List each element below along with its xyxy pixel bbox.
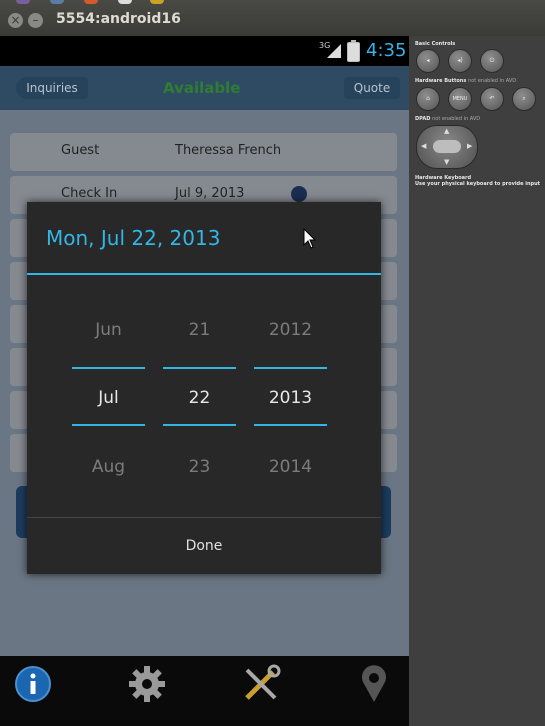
- dpad-up-icon[interactable]: ▲: [444, 127, 449, 135]
- row-label: Check In: [61, 186, 118, 201]
- day-next[interactable]: 23: [163, 457, 236, 477]
- dpad-note: not enabled in AVD: [432, 116, 481, 122]
- tools-icon[interactable]: [241, 664, 281, 704]
- day-selected[interactable]: 22: [163, 388, 236, 408]
- quote-button[interactable]: Quote: [344, 77, 400, 99]
- dpad-control[interactable]: ▲ ▼ ◀ ▶: [416, 125, 478, 169]
- dialog-title-divider: [27, 273, 381, 275]
- hardware-keyboard-note: Use your physical keyboard to provide in…: [415, 181, 541, 187]
- spinner-divider: [254, 367, 327, 369]
- location-pin-icon[interactable]: [354, 664, 394, 704]
- battery-icon: [347, 40, 360, 62]
- info-icon[interactable]: [13, 664, 53, 704]
- inquiries-button[interactable]: Inquiries: [16, 77, 88, 99]
- bottom-nav: [0, 656, 409, 726]
- year-next[interactable]: 2014: [254, 457, 327, 477]
- date-picker-dialog: Mon, Jul 22, 2013 Jun Jul Aug 21 22 23 2…: [27, 202, 381, 574]
- app-action-bar: Inquiries Available Quote: [0, 66, 409, 110]
- dpad-right-icon[interactable]: ▶: [467, 142, 472, 150]
- day-spinner[interactable]: 21 22 23: [163, 302, 236, 482]
- guest-row[interactable]: Guest Theressa French: [10, 133, 397, 171]
- close-window-button[interactable]: ×: [8, 13, 23, 28]
- mouse-cursor-icon: [303, 228, 317, 249]
- titlebar-decoration: [84, 0, 98, 4]
- emulator-screen: 3G 4:35 Inquiries Available Quote Guest …: [0, 36, 409, 726]
- home-icon[interactable]: ⌂: [416, 87, 440, 111]
- done-button[interactable]: Done: [27, 518, 381, 574]
- month-next[interactable]: Aug: [72, 457, 145, 477]
- dpad-title: DPAD: [415, 116, 431, 122]
- power-icon[interactable]: ⏻: [480, 49, 504, 73]
- spinner-divider: [254, 424, 327, 426]
- menu-button[interactable]: MENU: [448, 87, 472, 111]
- hardware-buttons-title: Hardware Buttons: [415, 78, 467, 84]
- volume-down-icon[interactable]: ◂: [416, 49, 440, 73]
- month-selected[interactable]: Jul: [72, 388, 145, 408]
- signal-icon: [327, 44, 341, 58]
- window-titlebar: × – 5554:android16: [0, 0, 545, 36]
- emulator-controls-panel: Basic Controls ◂ ◂) ⏻ Hardware Buttons n…: [409, 36, 545, 726]
- spinner-divider: [72, 424, 145, 426]
- dpad-label: DPAD not enabled in AVD: [415, 116, 480, 122]
- hardware-buttons-note: not enabled in AVD: [468, 78, 517, 84]
- spinner-divider: [163, 424, 236, 426]
- dpad-left-icon[interactable]: ◀: [421, 142, 426, 150]
- year-selected[interactable]: 2013: [254, 388, 327, 408]
- android-status-bar: 3G 4:35: [0, 36, 409, 66]
- spinner-divider: [163, 367, 236, 369]
- day-prev[interactable]: 21: [163, 320, 236, 340]
- status-clock: 4:35: [366, 40, 407, 61]
- minimize-window-button[interactable]: –: [28, 13, 43, 28]
- availability-status: Available: [163, 79, 241, 97]
- titlebar-decoration: [150, 0, 164, 4]
- gear-icon[interactable]: [127, 664, 167, 704]
- dpad-down-icon[interactable]: ▼: [444, 158, 449, 166]
- month-prev[interactable]: Jun: [72, 320, 145, 340]
- row-value: Jul 9, 2013: [175, 186, 245, 201]
- back-icon[interactable]: ↶: [480, 87, 504, 111]
- spinner-divider: [72, 367, 145, 369]
- titlebar-decoration: [50, 0, 64, 4]
- year-prev[interactable]: 2012: [254, 320, 327, 340]
- hardware-buttons-label: Hardware Buttons not enabled in AVD: [415, 78, 516, 84]
- titlebar-decoration: [16, 0, 30, 4]
- dpad-center-button[interactable]: [433, 140, 461, 153]
- window-title: 5554:android16: [56, 11, 181, 27]
- row-value: Theressa French: [175, 143, 282, 158]
- search-icon[interactable]: ⌕: [512, 87, 536, 111]
- row-label: Guest: [61, 143, 100, 158]
- date-picker-icon[interactable]: [291, 186, 307, 202]
- volume-up-icon[interactable]: ◂): [448, 49, 472, 73]
- dialog-title: Mon, Jul 22, 2013: [46, 226, 221, 250]
- basic-controls-label: Basic Controls: [415, 41, 456, 47]
- titlebar-decoration: [118, 0, 132, 4]
- year-spinner[interactable]: 2012 2013 2014: [254, 302, 327, 482]
- month-spinner[interactable]: Jun Jul Aug: [72, 302, 145, 482]
